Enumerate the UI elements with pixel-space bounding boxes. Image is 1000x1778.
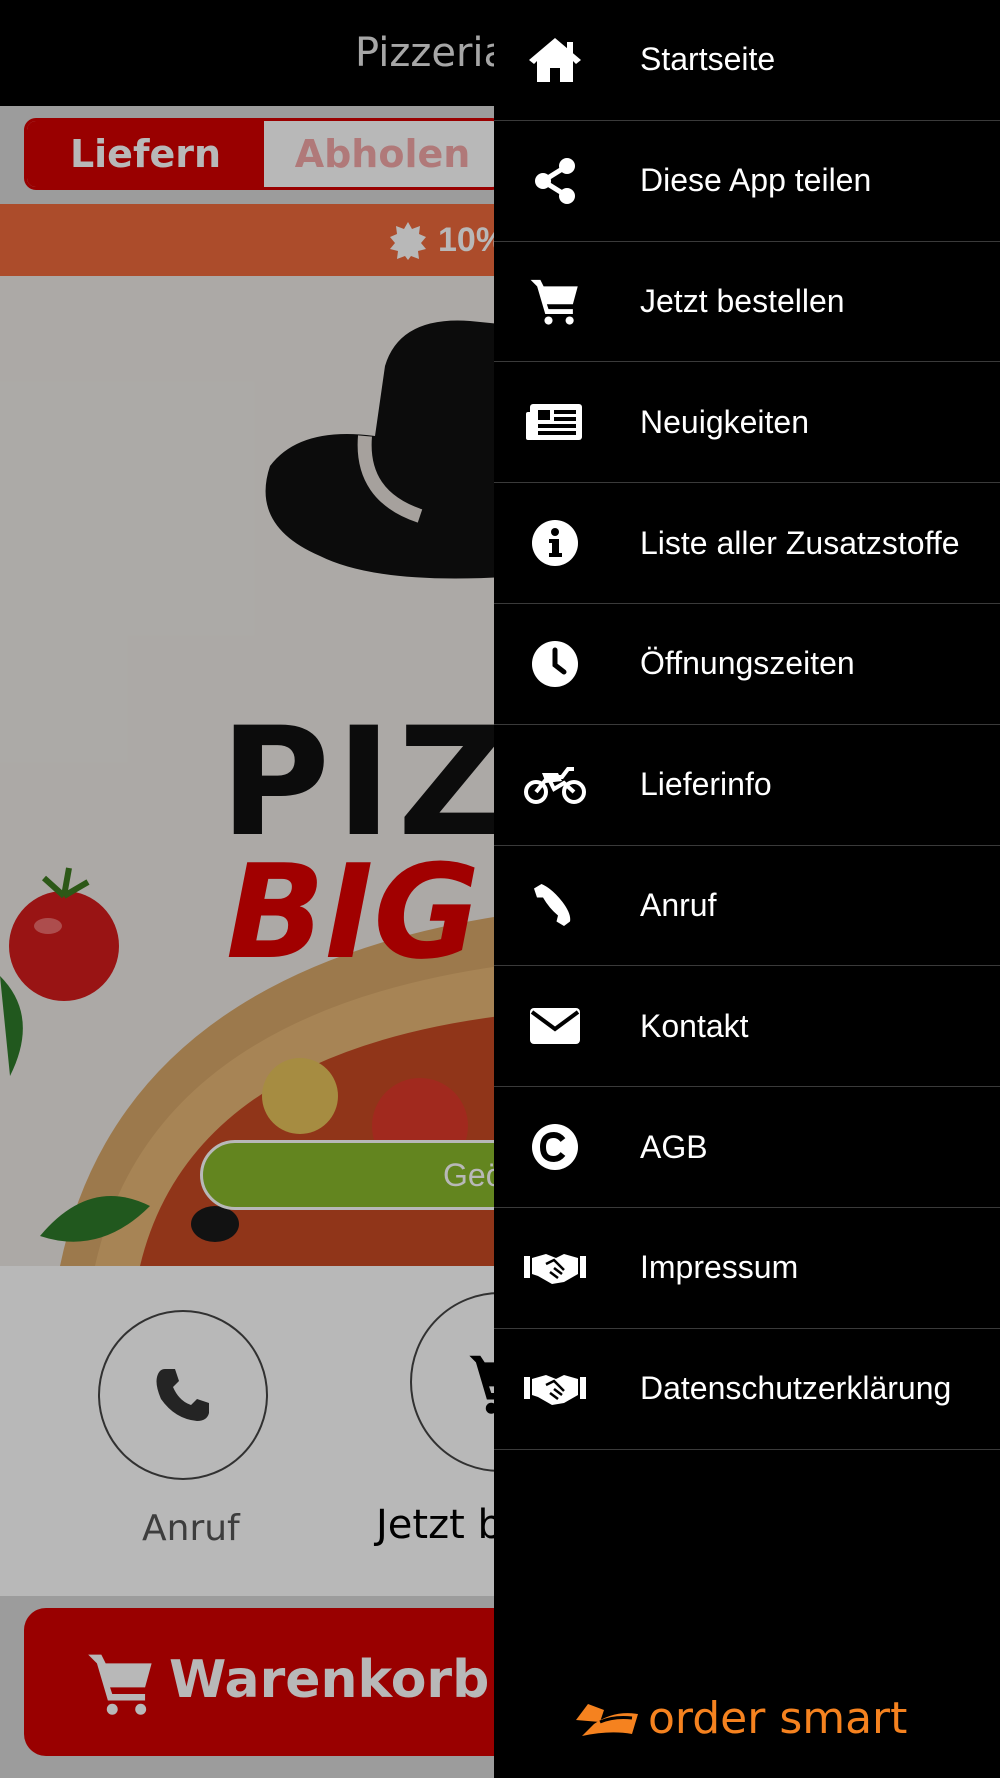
- menu-item-order-now[interactable]: Jetzt bestellen: [494, 242, 1000, 363]
- menu-item-delivery-info[interactable]: Lieferinfo: [494, 725, 1000, 846]
- menu-item-label: Startseite: [640, 41, 776, 78]
- menu-item-label: Jetzt bestellen: [640, 282, 845, 319]
- clock-icon: [524, 638, 586, 690]
- brand-name: order smart: [648, 1693, 908, 1744]
- home-icon: [524, 34, 586, 86]
- menu-item-label: Diese App teilen: [640, 162, 872, 199]
- menu-item-news[interactable]: Neuigkeiten: [494, 362, 1000, 484]
- copyright-icon: [524, 1121, 586, 1173]
- handshake-icon: [524, 1363, 586, 1415]
- drawer-menu: Startseite Diese App teilen Jetzt bestel…: [494, 0, 1000, 1450]
- motorcycle-icon: [524, 759, 586, 811]
- menu-item-label: Impressum: [640, 1249, 799, 1286]
- menu-item-imprint[interactable]: Impressum: [494, 1208, 1000, 1329]
- share-icon: [524, 155, 586, 207]
- phone-icon: [524, 879, 586, 931]
- menu-item-additives[interactable]: Liste aller Zusatzstoffe: [494, 483, 1000, 604]
- cart-icon: [524, 275, 586, 327]
- menu-item-label: Kontakt: [640, 1007, 749, 1044]
- menu-item-label: Öffnungszeiten: [640, 645, 855, 682]
- menu-item-contact[interactable]: Kontakt: [494, 966, 1000, 1088]
- menu-item-call[interactable]: Anruf: [494, 846, 1000, 967]
- menu-item-privacy-policy[interactable]: Datenschutzerklärung: [494, 1329, 1000, 1450]
- menu-item-label: Anruf: [640, 886, 717, 923]
- menu-item-startseite[interactable]: Startseite: [494, 0, 1000, 121]
- newspaper-icon: [524, 396, 586, 448]
- handshake-icon: [524, 1242, 586, 1294]
- menu-item-label: Datenschutzerklärung: [640, 1370, 952, 1407]
- info-icon: [524, 517, 586, 569]
- menu-item-terms[interactable]: AGB: [494, 1087, 1000, 1208]
- navigation-drawer: Startseite Diese App teilen Jetzt bestel…: [494, 0, 1000, 1778]
- menu-item-label: Lieferinfo: [640, 766, 772, 803]
- menu-item-share-app[interactable]: Diese App teilen: [494, 121, 1000, 242]
- menu-item-opening-hours[interactable]: Öffnungszeiten: [494, 604, 1000, 725]
- menu-item-label: Liste aller Zusatzstoffe: [640, 524, 960, 561]
- envelope-icon: [524, 1000, 586, 1052]
- menu-item-label: AGB: [640, 1128, 708, 1165]
- order-smart-logo-icon: [576, 1703, 638, 1736]
- menu-item-label: Neuigkeiten: [640, 403, 809, 440]
- brand-logo: order smart: [574, 1693, 907, 1744]
